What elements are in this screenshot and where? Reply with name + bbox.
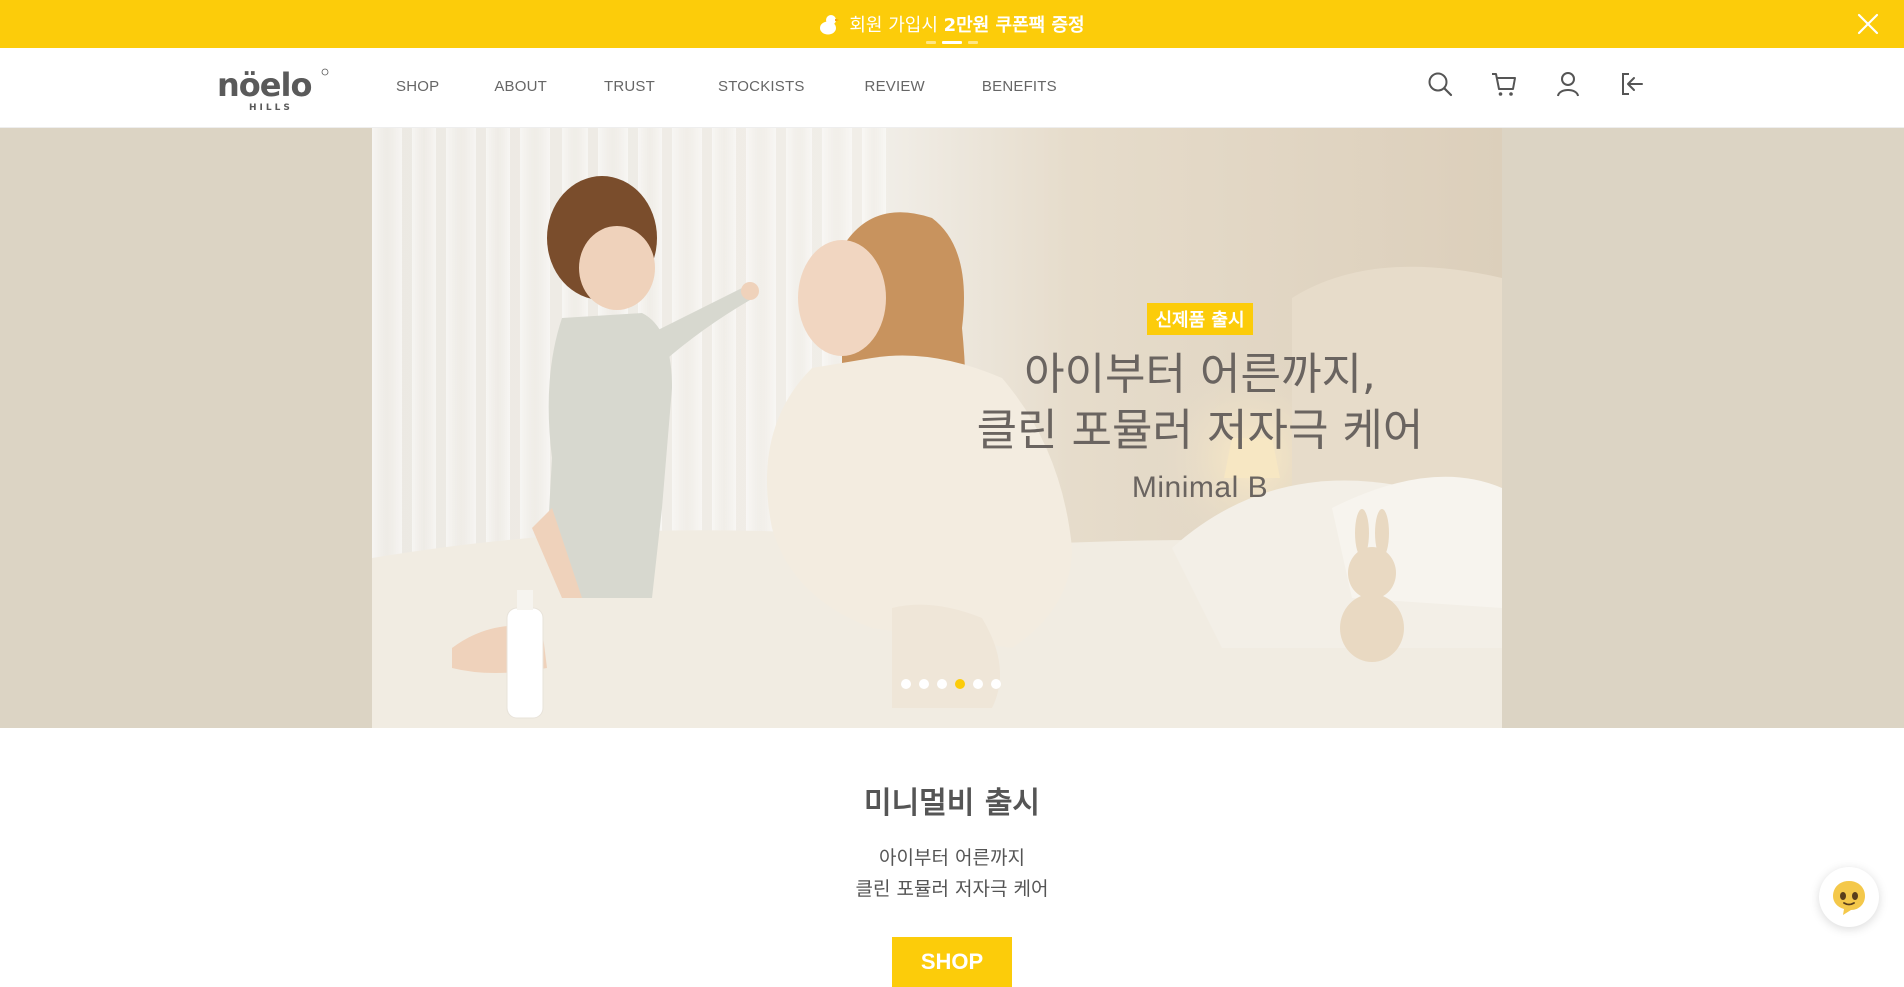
announcement-dot[interactable] xyxy=(968,41,978,44)
logout-icon[interactable] xyxy=(1618,70,1646,98)
logo[interactable]: nöelo HILLS xyxy=(215,66,330,112)
section-desc-line: 클린 포뮬러 저자극 케어 xyxy=(855,878,1049,900)
section-title: 미니멀비 출시 xyxy=(863,786,1041,821)
hero-title-line: 클린 포뮬러 저자극 케어 xyxy=(976,405,1424,456)
cart-icon[interactable] xyxy=(1490,70,1518,98)
search-icon[interactable] xyxy=(1426,70,1454,98)
hero-dot[interactable] xyxy=(991,679,1001,689)
announcement-bar: 회원 가입시 2만원 쿠폰팩 증정 xyxy=(0,0,1904,48)
nav-benefits[interactable]: BENEFITS xyxy=(982,78,1057,95)
main-nav: SHOP ABOUT TRUST STOCKISTS REVIEW BENEFI… xyxy=(396,78,1057,95)
chick-icon xyxy=(820,15,840,35)
new-product-badge: 신제품 출시 xyxy=(1147,303,1253,335)
hero-title: 아이부터 어른까지, 클린 포뮬러 저자극 케어 xyxy=(960,347,1440,459)
section-description: 아이부터 어른까지 클린 포뮬러 저자극 케어 xyxy=(0,843,1904,905)
section-desc-line: 아이부터 어른까지 xyxy=(879,847,1025,869)
hero-dot[interactable] xyxy=(973,679,983,689)
hero-dot-active[interactable] xyxy=(955,679,965,689)
announcement-pagination xyxy=(926,41,978,44)
hero-banner[interactable]: 신제품 출시 아이부터 어른까지, 클린 포뮬러 저자극 케어 Minimal … xyxy=(0,128,1904,728)
nav-about[interactable]: ABOUT xyxy=(494,78,547,95)
hero-title-line: 아이부터 어른까지, xyxy=(1024,349,1376,400)
svg-text:HILLS: HILLS xyxy=(249,103,293,112)
nav-shop[interactable]: SHOP xyxy=(396,78,439,95)
chat-bubble-icon xyxy=(1833,881,1865,915)
announcement-dot-active[interactable] xyxy=(942,41,962,44)
svg-text:nöelo: nöelo xyxy=(217,66,311,104)
nav-stockists[interactable]: STOCKISTS xyxy=(718,78,805,95)
shop-button[interactable]: SHOP xyxy=(892,937,1012,987)
hero-dot[interactable] xyxy=(919,679,929,689)
announcement-text-bold: 2만원 쿠폰팩 증정 xyxy=(943,15,1085,36)
announcement-dot[interactable] xyxy=(926,41,936,44)
hero-text: 신제품 출시 아이부터 어른까지, 클린 포뮬러 저자극 케어 Minimal … xyxy=(960,303,1440,505)
close-icon[interactable] xyxy=(1856,12,1880,36)
chat-button[interactable] xyxy=(1819,867,1879,927)
announcement-text: 회원 가입시 xyxy=(849,15,944,36)
announcement-message[interactable]: 회원 가입시 2만원 쿠폰팩 증정 xyxy=(0,11,1904,37)
site-header: nöelo HILLS SHOP ABOUT TRUST STOCKISTS R… xyxy=(0,48,1904,128)
nav-review[interactable]: REVIEW xyxy=(865,78,925,95)
hero-dot[interactable] xyxy=(937,679,947,689)
nav-trust[interactable]: TRUST xyxy=(604,78,655,95)
header-icons xyxy=(1426,70,1646,98)
hero-subtitle: Minimal B xyxy=(1131,471,1269,504)
user-icon[interactable] xyxy=(1554,70,1582,98)
hero-pagination xyxy=(901,679,1001,689)
hero-dot[interactable] xyxy=(901,679,911,689)
